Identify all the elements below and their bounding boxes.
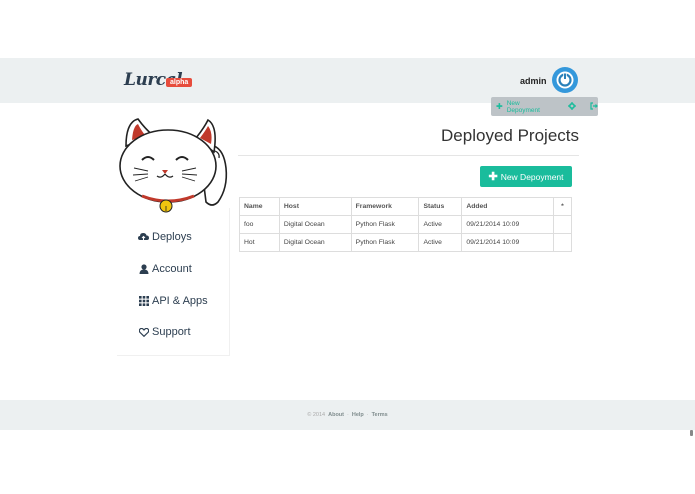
cloud-upload-icon xyxy=(138,232,149,243)
footer-link-help[interactable]: Help xyxy=(352,412,364,418)
cell-framework: Python Flask xyxy=(350,233,420,252)
username-label[interactable]: admin xyxy=(520,76,547,86)
sidebar-item-api-apps[interactable]: API & Apps xyxy=(138,295,208,307)
column-header-name[interactable]: Name xyxy=(239,197,280,216)
sidebar-item-label: API & Apps xyxy=(152,295,208,307)
new-deployment-link[interactable]: New Depoyment xyxy=(507,100,554,114)
sidebar-item-label: Support xyxy=(152,326,191,338)
new-deployment-label: New Depoyment xyxy=(500,171,564,182)
copyright-text: © 2014 xyxy=(307,412,326,418)
power-icon xyxy=(556,71,574,89)
plus-icon: ✚ xyxy=(488,171,498,183)
column-header-added[interactable]: Added xyxy=(461,197,555,216)
cell-host: Digital Ocean xyxy=(278,233,352,252)
cat-mascot-image xyxy=(119,118,228,213)
sidebar-item-label: Deploys xyxy=(152,231,192,243)
column-header-framework[interactable]: Framework xyxy=(350,197,420,216)
sidebar: Deploys Account API & Apps Support xyxy=(117,208,230,356)
table-row[interactable]: foo Digital Ocean Python Flask Active 09… xyxy=(239,215,572,234)
cell-host: Digital Ocean xyxy=(278,215,352,234)
column-header-status[interactable]: Status xyxy=(418,197,463,216)
footer-separator: · xyxy=(366,412,369,418)
cell-name[interactable]: foo xyxy=(239,215,280,234)
page-title: Deployed Projects xyxy=(441,126,579,145)
cell-name[interactable]: Hot xyxy=(239,233,280,252)
cell-actions[interactable] xyxy=(553,215,572,234)
sidebar-item-label: Account xyxy=(152,263,192,275)
footer: © 2014 About · Help · Terms xyxy=(0,400,695,430)
sidebar-item-deploys[interactable]: Deploys xyxy=(138,231,192,243)
column-header-host[interactable]: Host xyxy=(278,197,352,216)
new-deployment-button[interactable]: ✚ New Depoyment xyxy=(480,166,572,187)
logout-icon[interactable] xyxy=(590,101,598,112)
power-button[interactable] xyxy=(552,67,578,93)
cell-status: Active xyxy=(418,233,463,252)
grid-icon xyxy=(138,296,149,307)
table-row[interactable]: Hot Digital Ocean Python Flask Active 09… xyxy=(239,233,572,252)
plus-icon: ✚ xyxy=(496,102,503,111)
gear-icon[interactable] xyxy=(568,101,577,112)
footer-link-about[interactable]: About xyxy=(328,412,344,418)
column-header-actions[interactable]: * xyxy=(553,197,572,216)
table-header-row: Name Host Framework Status Added * xyxy=(239,197,572,216)
alpha-badge: alpha xyxy=(166,78,193,87)
user-icon xyxy=(138,264,149,275)
cell-added: 09/21/2014 10:09 xyxy=(461,233,555,252)
cell-added: 09/21/2014 10:09 xyxy=(461,215,555,234)
title-divider xyxy=(238,155,579,156)
cell-framework: Python Flask xyxy=(350,215,420,234)
sidebar-item-account[interactable]: Account xyxy=(138,263,192,275)
footer-link-terms[interactable]: Terms xyxy=(372,412,388,418)
deployments-table: Name Host Framework Status Added * foo D… xyxy=(239,197,572,252)
cell-status: Active xyxy=(418,215,463,234)
deployment-toolbar: ✚ New Depoyment xyxy=(491,97,598,116)
cell-actions[interactable] xyxy=(553,233,572,252)
sidebar-item-support[interactable]: Support xyxy=(138,326,191,338)
footer-separator: · xyxy=(347,412,349,418)
scrollbar-thumb[interactable] xyxy=(690,430,693,436)
heart-icon xyxy=(138,327,149,338)
